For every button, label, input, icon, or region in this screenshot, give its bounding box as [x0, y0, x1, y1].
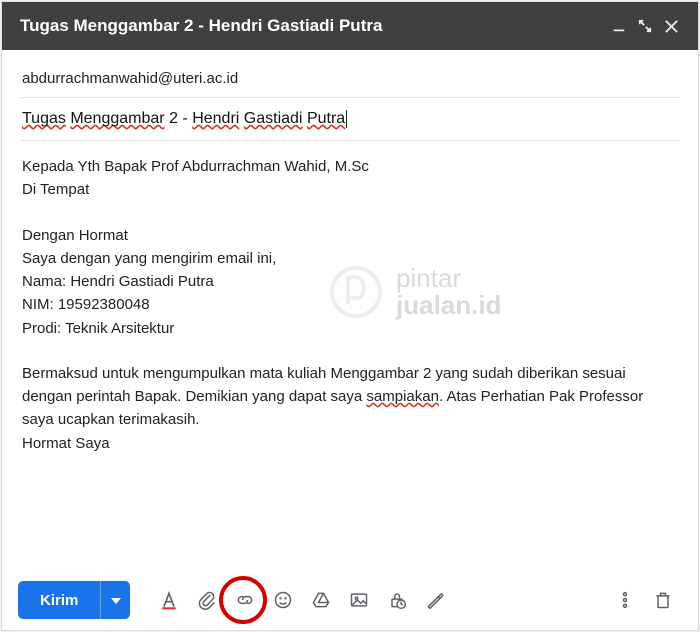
compose-toolbar: Kirim — [2, 570, 698, 630]
body-line: Nama: Hendri Gastiadi Putra — [22, 270, 678, 293]
send-button-group: Kirim — [18, 581, 130, 619]
recipient-chip[interactable]: abdurrachmanwahid@uteri.ac.id — [22, 70, 238, 87]
body-line: NIM: 19592380048 — [22, 293, 678, 316]
body-line: Prodi: Teknik Arsitektur — [22, 317, 678, 340]
message-body[interactable]: Kepada Yth Bapak Prof Abdurrachman Wahid… — [20, 141, 680, 459]
subject-field[interactable]: Tugas Menggambar 2 - Hendri Gastiadi Put… — [20, 98, 680, 141]
body-line: Di Tempat — [22, 178, 678, 201]
subject-word: Menggambar — [70, 110, 164, 127]
minimize-button[interactable] — [606, 19, 632, 33]
subject-word: Hendri — [192, 110, 239, 127]
subject-word: Tugas — [22, 110, 66, 127]
compose-window: Tugas Menggambar 2 - Hendri Gastiadi Put… — [2, 2, 698, 630]
recipients-field[interactable]: abdurrachmanwahid@uteri.ac.id — [20, 60, 680, 98]
more-options-icon[interactable] — [606, 581, 644, 619]
body-line: Hormat Saya — [22, 432, 678, 455]
insert-signature-icon[interactable] — [416, 581, 454, 619]
body-line: Saya dengan yang mengirim email ini, — [22, 247, 678, 270]
send-options-button[interactable] — [100, 581, 130, 619]
subject-word: Putra — [307, 110, 345, 127]
insert-emoji-icon[interactable] — [264, 581, 302, 619]
window-title: Tugas Menggambar 2 - Hendri Gastiadi Put… — [20, 16, 606, 36]
discard-draft-icon[interactable] — [644, 581, 682, 619]
body-line: Kepada Yth Bapak Prof Abdurrachman Wahid… — [22, 155, 678, 178]
formatting-icon[interactable] — [150, 581, 188, 619]
subject-word: Gastiadi — [244, 110, 303, 127]
fullscreen-button[interactable] — [632, 19, 658, 33]
close-button[interactable] — [658, 19, 684, 34]
confidential-mode-icon[interactable] — [378, 581, 416, 619]
body-line: Dengan Hormat — [22, 224, 678, 247]
insert-link-icon[interactable] — [226, 581, 264, 619]
body-paragraph: Bermaksud untuk mengumpulkan mata kuliah… — [22, 362, 678, 432]
send-button[interactable]: Kirim — [18, 581, 100, 619]
insert-drive-icon[interactable] — [302, 581, 340, 619]
title-bar: Tugas Menggambar 2 - Hendri Gastiadi Put… — [2, 2, 698, 50]
attach-file-icon[interactable] — [188, 581, 226, 619]
insert-photo-icon[interactable] — [340, 581, 378, 619]
subject-word: 2 - — [169, 110, 192, 127]
compose-body: abdurrachmanwahid@uteri.ac.id Tugas Meng… — [2, 50, 698, 459]
